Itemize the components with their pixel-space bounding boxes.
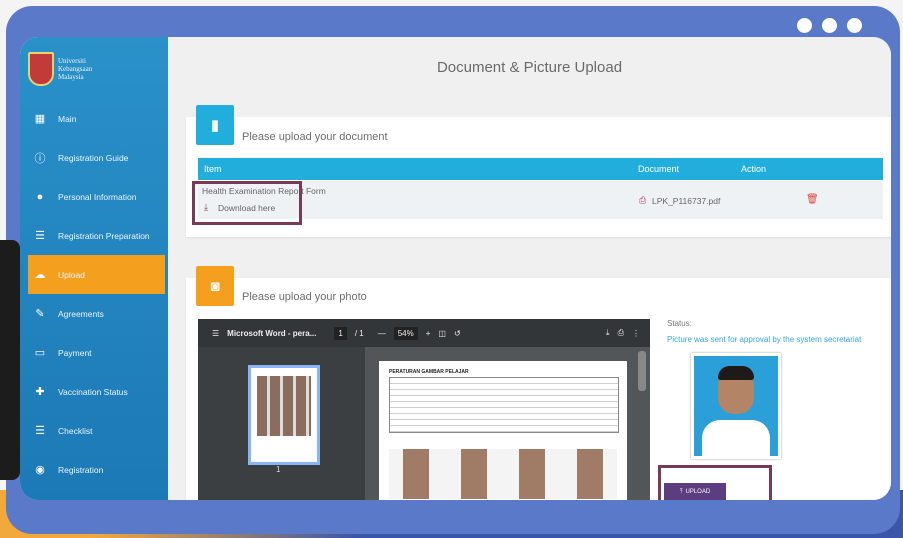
zoom-out-icon[interactable]: — xyxy=(378,329,386,338)
zoom-level[interactable]: 54% xyxy=(393,326,418,340)
pdf-viewer[interactable]: ☰ Microsoft Word - pera... 1 / 1 — 54% +… xyxy=(198,319,650,500)
zoom-in-icon[interactable]: + xyxy=(426,329,431,338)
sidebar-item-upload[interactable]: ☁ Upload xyxy=(28,255,165,294)
column-document: Document xyxy=(638,164,680,174)
sidebar-item-registration-preparation[interactable]: ☰ Registration Preparation xyxy=(20,216,168,255)
column-action: Action xyxy=(741,164,767,174)
attachment-icon: ⎙ xyxy=(639,195,647,205)
page-title: Document & Picture Upload xyxy=(436,59,623,76)
pdf-page: PERATURAN GAMBAR PELAJAR xyxy=(379,361,627,500)
sidebar-item-label: Payment xyxy=(58,347,92,358)
fit-page-icon[interactable]: ◫ xyxy=(438,329,446,338)
sidebar-item-agreements[interactable]: ✎ Agreements xyxy=(20,294,168,333)
dot-icon xyxy=(822,18,837,33)
document-heading: Please upload your document xyxy=(242,131,388,143)
download-highlight xyxy=(192,181,302,225)
dot-icon xyxy=(797,18,812,33)
logo-line: Kebangsaan xyxy=(58,65,93,73)
app-screen: Universiti Kebangsaan Malaysia ▦ Main ⓘ … xyxy=(20,37,891,500)
sidebar-item-label: Vaccination Status xyxy=(58,386,128,397)
sidebar-item-label: Agreements xyxy=(58,308,104,319)
person-illustration xyxy=(0,240,20,480)
sidebar-nav: ▦ Main ⓘ Registration Guide ● Personal I… xyxy=(20,99,168,489)
pdf-filename: Microsoft Word - pera... xyxy=(227,328,317,338)
document-icon: ▮ xyxy=(210,117,220,134)
account-icon: ◉ xyxy=(35,464,45,476)
photo-heading: Please upload your photo xyxy=(242,291,367,303)
camera-icon: ◙ xyxy=(210,277,220,295)
sidebar-item-registration-guide[interactable]: ⓘ Registration Guide xyxy=(20,138,168,177)
sidebar-item-payment[interactable]: ▭ Payment xyxy=(20,333,168,372)
window-dots xyxy=(797,18,862,33)
checklist-icon: ☰ xyxy=(35,425,45,437)
thumbnail-page-number: 1 xyxy=(276,465,281,474)
pdf-scrollbar[interactable] xyxy=(638,351,646,391)
logo-line: Malaysia xyxy=(58,73,84,81)
card-icon: ▭ xyxy=(34,347,46,359)
sidebar-item-label: Checklist xyxy=(58,425,93,436)
page-thumbnail[interactable] xyxy=(248,365,320,465)
sidebar: Universiti Kebangsaan Malaysia ▦ Main ⓘ … xyxy=(20,37,168,500)
info-icon: ⓘ xyxy=(34,152,46,165)
main-content: Document & Picture Upload ▮ Please uploa… xyxy=(168,37,891,500)
university-logo: Universiti Kebangsaan Malaysia xyxy=(28,43,160,95)
pdf-thumbnails: 1 xyxy=(198,347,365,500)
sidebar-item-main[interactable]: ▦ Main xyxy=(20,99,168,138)
photo-badge: ◙ xyxy=(196,266,234,306)
sidebar-item-registration[interactable]: ◉ Registration xyxy=(20,450,168,489)
list-icon: ☰ xyxy=(35,230,45,242)
sidebar-item-label: Registration Guide xyxy=(58,152,129,163)
sidebar-item-label: Registration xyxy=(58,464,104,475)
photo-hair xyxy=(718,366,754,380)
download-icon[interactable]: ⤓ xyxy=(606,328,610,338)
document-table-header: Item Document Action xyxy=(198,158,883,180)
sidebar-item-label: Main xyxy=(58,113,77,124)
pdf-sample-photos xyxy=(389,449,617,499)
document-badge: ▮ xyxy=(196,105,234,145)
sidebar-item-label: Personal Information xyxy=(58,191,137,202)
sidebar-item-checklist[interactable]: ☰ Checklist xyxy=(20,411,168,450)
document-file-link[interactable]: LPK_P116737.pdf xyxy=(652,196,720,206)
photo-shirt xyxy=(702,420,770,456)
dashboard-icon: ▦ xyxy=(34,113,46,125)
plus-icon: ✚ xyxy=(35,386,45,398)
rotate-icon[interactable]: ↺ xyxy=(454,329,461,338)
handshake-icon: ✎ xyxy=(35,308,45,320)
delete-icon[interactable]: 🗑 xyxy=(806,194,819,205)
status-text: Picture was sent for approval by the sys… xyxy=(667,335,862,344)
thumbnail-photos xyxy=(257,376,311,436)
sidebar-item-label: Registration Preparation xyxy=(58,230,150,241)
page-count: / 1 xyxy=(354,328,364,338)
more-icon[interactable]: ⋮ xyxy=(632,329,640,338)
status-label: Status: xyxy=(667,319,692,328)
sidebar-item-vaccination-status[interactable]: ✚ Vaccination Status xyxy=(20,372,168,411)
logo-line: Universiti xyxy=(58,57,86,65)
person-icon: ● xyxy=(36,190,44,203)
student-photo xyxy=(691,353,781,459)
cloud-upload-icon: ☁ xyxy=(34,269,46,281)
dot-icon xyxy=(847,18,862,33)
sidebar-item-personal-information[interactable]: ● Personal Information xyxy=(20,177,168,216)
pdf-rules-table xyxy=(389,377,619,433)
sidebar-item-label: Upload xyxy=(58,269,85,280)
print-icon[interactable]: ⎙ xyxy=(618,328,624,338)
menu-icon[interactable]: ☰ xyxy=(212,329,219,338)
upload-highlight xyxy=(658,465,772,500)
pdf-page-title: PERATURAN GAMBAR PELAJAR xyxy=(389,369,469,375)
page-number[interactable]: 1 xyxy=(334,326,347,340)
pdf-toolbar: ☰ Microsoft Word - pera... 1 / 1 — 54% +… xyxy=(198,319,650,347)
column-item: Item xyxy=(204,164,222,174)
crest-icon xyxy=(28,52,54,86)
